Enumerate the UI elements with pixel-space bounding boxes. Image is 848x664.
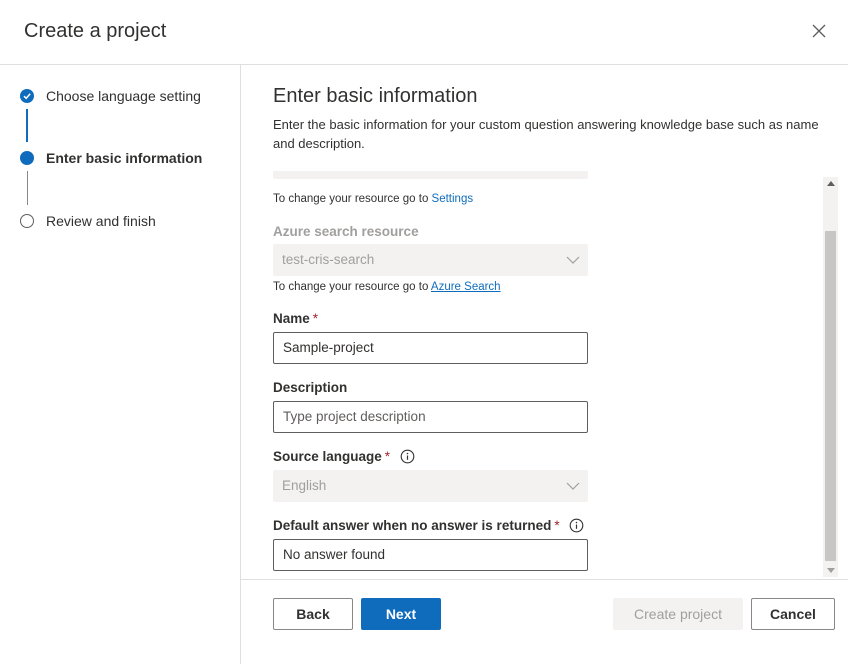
info-icon[interactable] [400, 449, 415, 464]
hint-text: To change your resource go to [273, 281, 431, 293]
dialog-header: Create a project [0, 0, 848, 65]
section-description: Enter the basic information for your cus… [273, 117, 819, 151]
hint-text: To change your resource go to [273, 193, 432, 205]
step-choose-language[interactable]: Choose language setting [20, 88, 201, 104]
checkmark-icon [20, 89, 34, 103]
name-input[interactable]: Sample-project [273, 332, 588, 364]
create-project-button: Create project [613, 598, 743, 630]
step-connector [26, 171, 28, 205]
default-answer-label-text: Default answer when no answer is returne… [273, 518, 552, 533]
pending-step-icon [20, 214, 34, 228]
default-answer-input[interactable]: No answer found [273, 539, 588, 571]
source-language-label: Source language * [273, 449, 415, 464]
form-scroll-area[interactable]: lang-eucaspher To change your resource g… [273, 171, 825, 579]
required-mark: * [554, 518, 560, 533]
azure-search-label: Azure search resource [273, 224, 419, 239]
step-basic-information[interactable]: Enter basic information [20, 150, 202, 166]
step-label: Enter basic information [46, 150, 203, 166]
language-resource-hint: To change your resource go to Settings [273, 193, 473, 205]
step-label: Review and finish [46, 213, 156, 229]
settings-link[interactable]: Settings [432, 193, 474, 205]
azure-search-label-text: Azure search resource [273, 224, 419, 239]
source-language-label-text: Source language [273, 449, 382, 464]
close-button[interactable] [808, 20, 830, 42]
azure-search-value: test-cris-search [282, 252, 375, 267]
dialog-footer: Back Next Create project Cancel [241, 579, 848, 664]
section-heading: Enter basic information [273, 85, 478, 107]
back-button[interactable]: Back [273, 598, 353, 630]
active-step-icon [20, 151, 34, 165]
required-mark: * [312, 311, 319, 326]
chevron-down-icon [566, 256, 580, 264]
source-language-select: English [273, 470, 588, 502]
next-button[interactable]: Next [361, 598, 441, 630]
cancel-button[interactable]: Cancel [751, 598, 835, 630]
close-icon [812, 24, 826, 38]
azure-search-select: test-cris-search [273, 244, 588, 276]
scrollbar-thumb[interactable] [825, 231, 836, 561]
wizard-stepper: Choose language setting Enter basic info… [0, 65, 241, 664]
source-language-value: English [282, 478, 327, 493]
azure-search-hint: To change your resource go to Azure Sear… [273, 281, 501, 293]
description-label-text: Description [273, 380, 348, 395]
main-panel: Enter basic information Enter the basic … [241, 65, 848, 664]
scroll-down-arrow-icon[interactable] [827, 568, 835, 573]
language-resource-select: lang-eucaspher [273, 171, 588, 179]
chevron-down-icon [566, 482, 580, 490]
vertical-scrollbar[interactable] [823, 177, 838, 577]
step-review-finish[interactable]: Review and finish [20, 213, 156, 229]
name-label-text: Name [273, 311, 310, 326]
step-label: Choose language setting [46, 88, 201, 104]
scroll-up-arrow-icon[interactable] [827, 181, 835, 186]
step-connector [26, 109, 28, 142]
dialog-title: Create a project [24, 20, 167, 42]
azure-search-link[interactable]: Azure Search [431, 281, 501, 293]
info-icon[interactable] [569, 518, 584, 533]
default-answer-label: Default answer when no answer is returne… [273, 518, 584, 533]
description-label: Description [273, 380, 347, 395]
description-input[interactable]: Type project description [273, 401, 588, 433]
name-label: Name * [273, 311, 318, 326]
required-mark: * [384, 449, 391, 464]
